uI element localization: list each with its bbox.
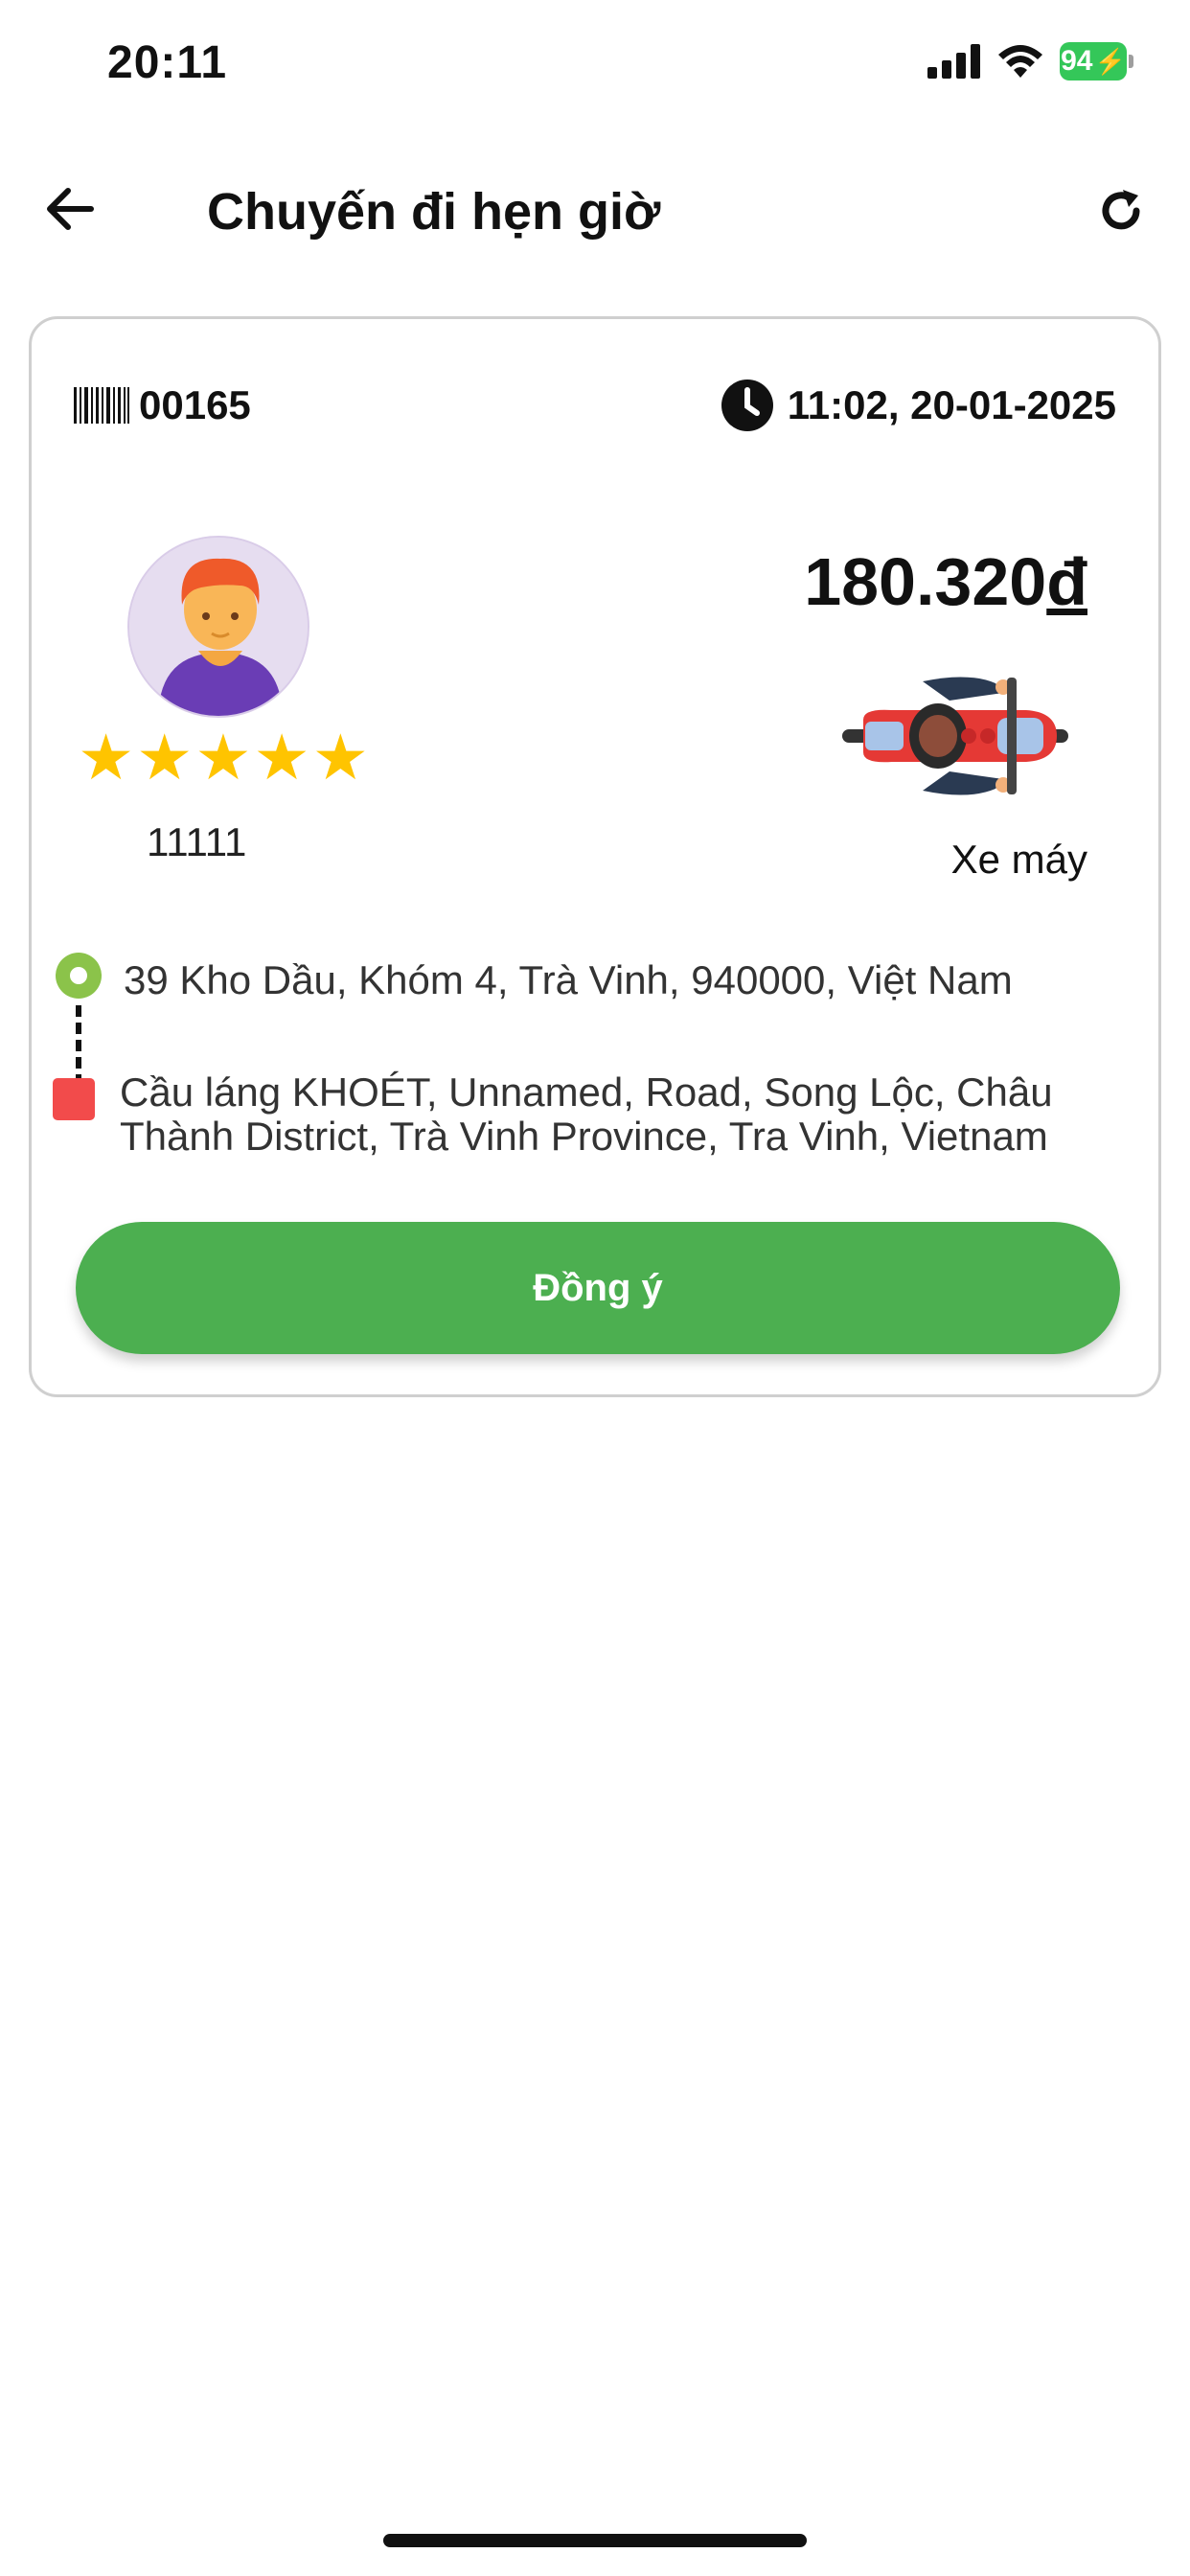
- arrow-left-icon: [47, 188, 94, 230]
- price-amount: 180.320: [804, 544, 1047, 619]
- dropoff-address: Cầu láng KHOÉT, Unnamed, Road, Song Lộc,…: [120, 1070, 1053, 1159]
- trip-code-row: 00165: [74, 382, 251, 428]
- trip-code: 00165: [139, 382, 251, 427]
- star-icon: ★: [78, 722, 135, 793]
- trip-price: 180.320đ: [804, 543, 1087, 620]
- status-icons: 94 ⚡: [927, 42, 1133, 80]
- refresh-button[interactable]: [1090, 180, 1152, 242]
- vehicle-type: Xe máy: [950, 837, 1087, 882]
- app-header: Chuyến đi hẹn giờ: [0, 163, 1190, 259]
- dropoff-location-icon: [53, 1078, 95, 1120]
- rating-stars: ★ ★ ★ ★ ★: [78, 725, 369, 789]
- pickup-address: 39 Kho Dầu, Khóm 4, Trà Vinh, 940000, Vi…: [124, 957, 1013, 1002]
- page-title: Chuyến đi hẹn giờ: [207, 183, 661, 241]
- trip-datetime: 11:02, 20-01-2025: [787, 382, 1116, 427]
- refresh-icon: [1102, 190, 1140, 230]
- barcode-icon: [74, 387, 129, 424]
- price-currency: đ: [1046, 544, 1087, 619]
- pickup-location-icon: [56, 953, 102, 999]
- wifi-icon: [998, 45, 1042, 78]
- customer-avatar: [127, 536, 309, 718]
- screen: 20:11 94 ⚡ Chuyến đi hẹn giờ 00165 11:02…: [0, 0, 1190, 2576]
- trip-time-row: 11:02, 20-01-2025: [721, 379, 1116, 432]
- clock-icon: [721, 380, 773, 431]
- star-icon: ★: [136, 722, 194, 793]
- customer-id: 11111: [147, 819, 247, 864]
- motorbike-icon: [842, 677, 1068, 795]
- battery-indicator: 94 ⚡: [1060, 42, 1133, 80]
- home-indicator[interactable]: [383, 2534, 807, 2547]
- star-icon: ★: [253, 722, 310, 793]
- back-button[interactable]: [38, 178, 100, 240]
- charging-bolt-icon: ⚡: [1094, 46, 1126, 76]
- person-avatar-icon: [129, 538, 308, 716]
- agree-button[interactable]: Đồng ý: [76, 1222, 1120, 1354]
- cellular-signal-icon: [927, 44, 980, 79]
- star-icon: ★: [311, 722, 369, 793]
- scheduled-trip-card: 00165 11:02, 20-01-2025 ★ ★ ★ ★ ★ 11111 …: [29, 316, 1161, 1397]
- status-time: 20:11: [107, 37, 228, 88]
- star-icon: ★: [195, 722, 252, 793]
- route-connector: [76, 1005, 81, 1086]
- battery-level: 94: [1061, 45, 1093, 77]
